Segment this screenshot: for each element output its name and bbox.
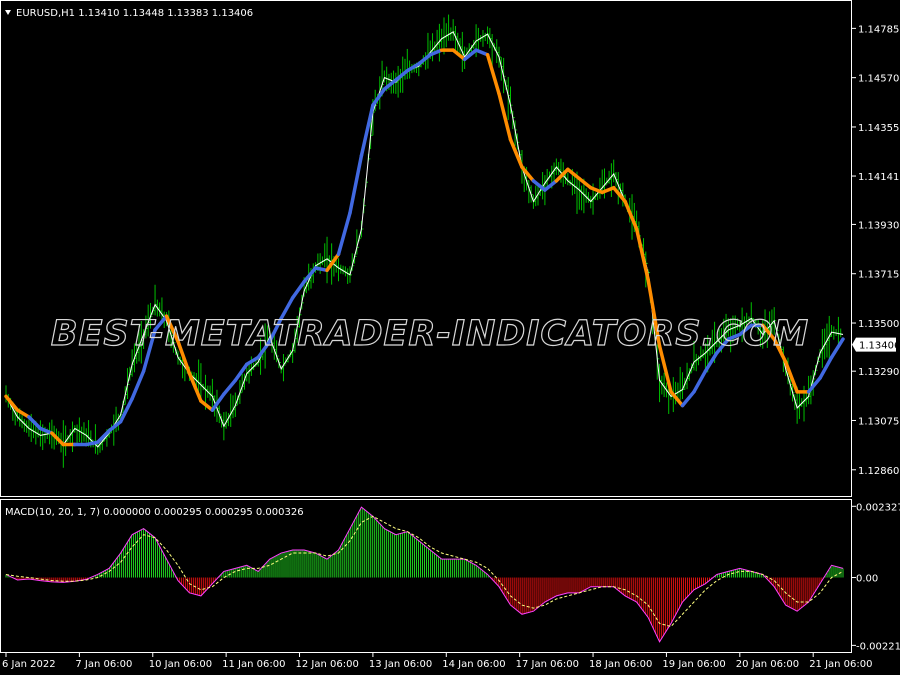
moving-average-segment [50,431,66,447]
moving-average-segment [15,408,31,419]
moving-average-segment [566,167,582,181]
macd-axis: 0.002327 0.00 -0.002216 [852,502,900,652]
price-axis-label: 1.13290 [858,367,899,378]
moving-average-segment [508,137,524,169]
close-line-layer [5,31,844,448]
moving-average-segment [589,185,604,195]
moving-average-segment [600,185,616,195]
time-axis-label: 10 Jan 06:00 [149,659,212,670]
macd-axis-label: 0.002327 [856,502,900,513]
moving-average-segment [290,279,306,300]
moving-average-segment [474,48,490,57]
moving-average-segment [577,176,593,190]
moving-average-segment [634,227,650,282]
current-price-label: 1.13406 [859,341,900,352]
moving-average-segment [520,165,536,183]
moving-average-segment [623,199,639,231]
moving-average-segment [38,426,54,435]
chart-menu-triangle-icon[interactable] [5,10,11,15]
moving-average-segment [703,351,719,373]
moving-average-segment [118,396,134,424]
time-axis-label: 13 Jan 06:00 [369,659,432,670]
moving-average-segment [611,185,627,204]
moving-average-segment [829,337,845,360]
moving-average-segment [348,153,364,215]
moving-average-segment [371,87,387,107]
moving-average-segment [382,78,398,91]
time-axis-label: 17 Jan 06:00 [516,659,579,670]
time-axis-label: 18 Jan 06:00 [589,659,652,670]
price-axis-label: 1.14141 [858,172,899,183]
time-axis-label: 14 Jan 06:00 [442,659,505,670]
moving-average-segment [818,355,834,380]
price-axis-label: 1.13715 [858,270,899,281]
main-chart-title: EURUSD,H1 1.13410 1.13448 1.13383 1.1340… [16,8,253,19]
moving-average-segment [336,211,352,256]
moving-average-segment [4,394,20,412]
moving-average-segment [806,376,822,394]
moving-average-segment [27,415,43,431]
moving-average-segment [199,399,215,412]
time-axis: 6 Jan 2022 7 Jan 06:00 10 Jan 06:00 11 Jan … [2,653,873,670]
moving-average-segment [325,252,341,273]
price-axis: 1.14785 1.14570 1.14355 1.14141 1.13930 1.137… [852,24,899,477]
chart-canvas: 1.14785 1.14570 1.14355 1.14141 1.13930 1.137… [0,0,900,670]
time-axis-label: 12 Jan 06:00 [296,659,359,670]
time-axis-label: 7 Jan 06:00 [75,659,132,670]
moving-average-segment [485,52,501,96]
price-axis-label: 1.13075 [858,416,899,427]
moving-average-segment [692,369,708,394]
moving-average-segment [302,266,318,284]
time-axis-label: 6 Jan 2022 [2,659,56,670]
moving-average-segment [497,91,513,142]
price-axis-label: 1.12860 [858,466,899,477]
price-axis-label: 1.13500 [858,319,899,330]
macd-axis-label: 0.00 [856,574,878,585]
time-axis-label: 20 Jan 06:00 [736,659,799,670]
watermark: BEST-METATRADER-INDICATORS.COM [51,314,809,354]
macd-histogram [5,508,844,642]
moving-average-segment [130,369,146,401]
moving-average-segment [84,440,100,447]
macd-title: MACD(10, 20, 1, 7) 0.000000 0.000295 0.0… [5,507,304,518]
close-price-line [5,31,844,448]
price-axis-label: 1.14785 [858,24,899,35]
moving-average-segment [222,378,238,396]
time-axis-label: 11 Jan 06:00 [222,659,285,670]
price-axis-label: 1.14355 [858,123,899,134]
moving-average-segment [417,52,432,66]
macd-axis-label: -0.002216 [856,641,900,652]
moving-average-segment [680,390,696,408]
current-price-marker: 1.13406 [852,337,900,352]
moving-average-segment [313,266,329,273]
moving-average-segment [543,179,559,192]
time-axis-label: 21 Jan 06:00 [809,659,872,670]
main-chart-frame [0,0,852,497]
price-axis-label: 1.13930 [858,220,899,231]
moving-average-segment [394,69,410,82]
time-axis-label: 19 Jan 06:00 [662,659,725,670]
price-axis-label: 1.14570 [858,74,899,85]
moving-average-layer [4,48,845,447]
